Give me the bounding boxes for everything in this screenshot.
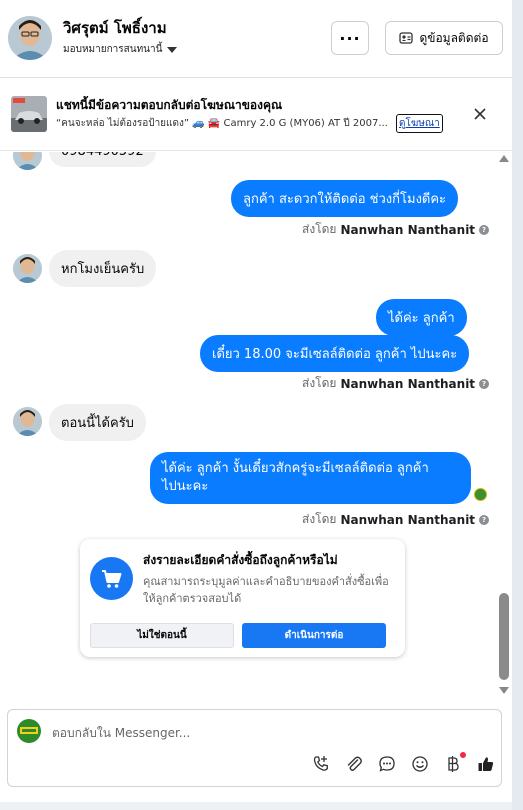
sent-by-prefix: ส่งโดย — [302, 376, 337, 390]
thumbs-up-icon[interactable] — [475, 753, 497, 775]
baht-icon[interactable] — [442, 752, 466, 775]
view-contact-label: ดูข้อมูลติดต่อ — [419, 30, 489, 45]
message-line: ได้ค่ะ ลูกค้า งั้นเดี๋ยวสักครู่จะมีเซลล์… — [162, 461, 429, 476]
outgoing-message: ได้ค่ะ ลูกค้า — [376, 299, 467, 336]
assign-conversation-dropdown[interactable]: มอบหมายการสนทนานี้ — [63, 42, 178, 57]
sent-by-prefix: ส่งโดย — [302, 512, 337, 526]
notification-dot — [460, 752, 466, 758]
outgoing-message: ได้ค่ะ ลูกค้า งั้นเดี๋ยวสักครู่จะมีเซลล์… — [150, 452, 471, 504]
view-ad-link[interactable]: ดูโฆษณา — [396, 114, 443, 133]
more-options-button[interactable]: ··· — [331, 21, 369, 55]
caret-down-icon — [167, 46, 178, 53]
contact-avatar-small — [13, 152, 42, 170]
assign-label: มอบหมายการสนทนานี้ — [63, 44, 163, 55]
cart-icon — [90, 557, 133, 600]
reply-composer: ตอบกลับใน Messenger... — [7, 709, 502, 787]
composer-toolbar — [310, 752, 497, 775]
sent-by-prefix: ส่งโดย — [302, 222, 337, 236]
reply-input[interactable]: ตอบกลับใน Messenger... — [52, 724, 190, 743]
sent-by-label: ส่งโดย Nanwhan Nanthanit ? — [302, 374, 490, 393]
close-icon[interactable] — [470, 104, 490, 124]
info-icon[interactable]: ? — [479, 514, 490, 525]
message-line: ไปนะคะ — [162, 479, 209, 494]
attach-icon[interactable] — [343, 753, 365, 775]
avatar[interactable] — [8, 16, 52, 60]
add-call-icon[interactable] — [310, 753, 332, 775]
chat-bubble-icon[interactable] — [376, 753, 398, 775]
sent-by-name: Nanwhan Nanthanit — [340, 376, 476, 391]
outgoing-message: เดี๋ยว 18.00 จะมีเซลล์ติดต่อ ลูกค้า ไปนะ… — [200, 335, 470, 372]
window-edge — [512, 0, 523, 810]
conversation-panel: วิศรุตม์ โพธิ์งาม มอบหมายการสนทนานี้ ···… — [0, 0, 512, 802]
sent-by-label: ส่งโดย Nanwhan Nanthanit ? — [302, 220, 490, 239]
sent-by-name: Nanwhan Nanthanit — [340, 512, 476, 527]
page-avatar — [17, 719, 41, 743]
message-thread: 0984490592 ลูกค้า สะดวกให้ติดต่อ ช่วงกี่… — [0, 152, 512, 702]
view-contact-button[interactable]: ดูข้อมูลติดต่อ — [385, 21, 503, 55]
seen-avatar — [474, 488, 487, 501]
conversation-header: วิศรุตม์ โพธิ์งาม มอบหมายการสนทนานี้ ···… — [0, 0, 512, 78]
scroll-up-arrow-icon[interactable] — [499, 155, 509, 162]
incoming-message: 0984490592 — [49, 152, 156, 167]
sent-by-name: Nanwhan Nanthanit — [340, 222, 476, 237]
incoming-message: หกโมงเย็นครับ — [49, 250, 157, 287]
contact-card-icon — [399, 32, 414, 44]
not-now-button[interactable]: ไม่ใช่ตอนนี้ — [90, 623, 234, 648]
scrollbar-thumb[interactable] — [499, 593, 509, 680]
sent-by-label: ส่งโดย Nanwhan Nanthanit ? — [302, 510, 490, 529]
info-icon[interactable]: ? — [479, 378, 490, 389]
ad-banner-subtitle: “คนจะหล่อ ไม่ต้องรอป้ายแดง” 🚙 🚘 Camry 2.… — [56, 118, 388, 129]
contact-avatar-small — [13, 254, 42, 283]
continue-button[interactable]: ดำเนินการต่อ — [242, 623, 386, 648]
contact-name: วิศรุตม์ โพธิ์งาม — [63, 19, 167, 37]
ad-reply-banner: แชทนี้มีข้อความตอบกลับต่อโฆษณาของคุณ “คน… — [0, 79, 512, 151]
order-card-description: คุณสามารถระบุมูลค่าและคำอธิบายของคำสั่งซ… — [143, 575, 389, 605]
incoming-message: ตอนนี้ได้ครับ — [49, 404, 146, 441]
ad-banner-title: แชทนี้มีข้อความตอบกลับต่อโฆษณาของคุณ — [56, 98, 283, 112]
info-icon[interactable]: ? — [479, 224, 490, 235]
order-card-title: ส่งรายละเอียดคำสั่งซื้อถึงลูกค้าหรือไม่ — [143, 553, 338, 567]
emoji-icon[interactable] — [409, 753, 431, 775]
contact-avatar-small — [13, 407, 42, 436]
scroll-down-arrow-icon[interactable] — [499, 687, 509, 694]
order-details-card: ส่งรายละเอียดคำสั่งซื้อถึงลูกค้าหรือไม่ … — [80, 539, 405, 657]
outgoing-message: ลูกค้า สะดวกให้ติดต่อ ช่วงกี่โมงดีคะ — [231, 180, 459, 217]
ad-thumbnail-image — [11, 96, 47, 132]
